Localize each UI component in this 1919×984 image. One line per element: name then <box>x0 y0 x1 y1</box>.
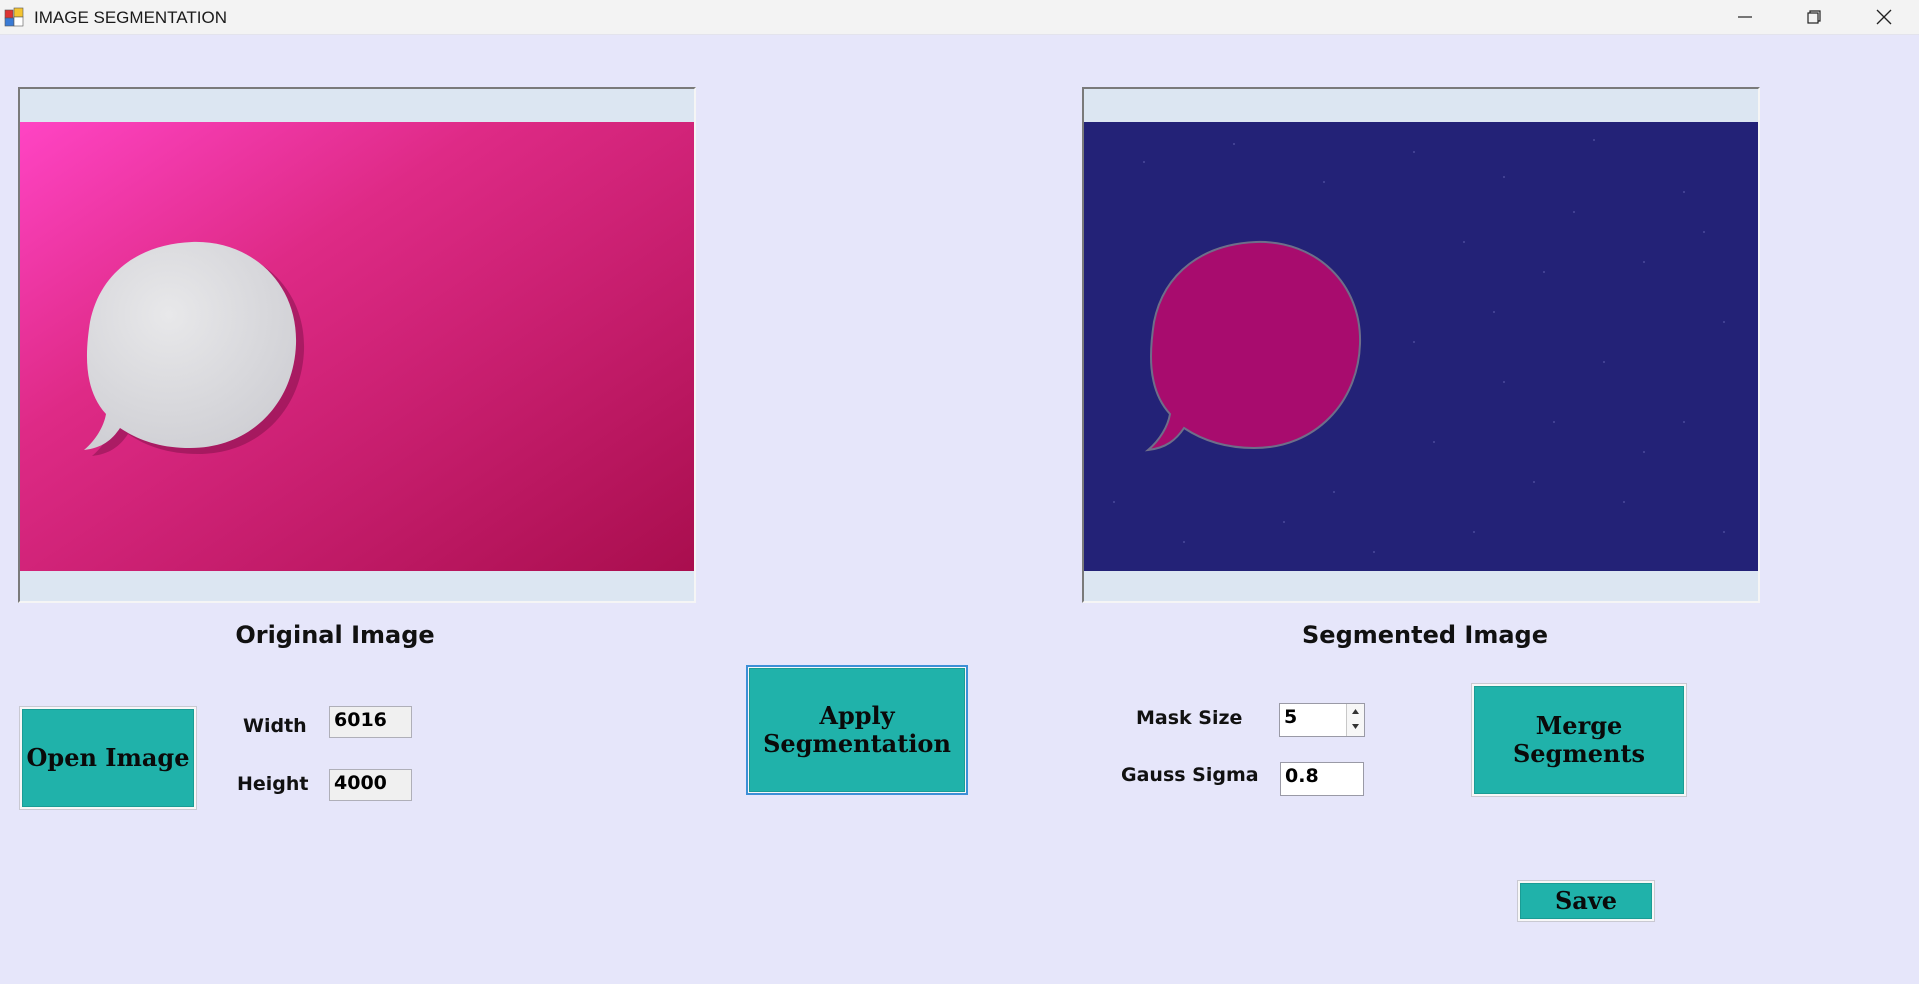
window-title: IMAGE SEGMENTATION <box>34 8 227 27</box>
gauss-sigma-label: Gauss Sigma <box>1121 764 1259 786</box>
mask-size-stepper[interactable]: 5 <box>1279 703 1365 737</box>
open-image-label: Open Image <box>26 743 190 773</box>
spin-up-icon[interactable] <box>1347 704 1364 719</box>
restore-icon <box>1807 10 1821 24</box>
merge-segments-label-line1: Merge <box>1535 711 1623 741</box>
open-image-button[interactable]: Open Image <box>22 709 194 807</box>
apply-segmentation-button[interactable]: Apply Segmentation <box>749 668 965 792</box>
restore-button[interactable] <box>1779 0 1849 34</box>
height-label: Height <box>237 773 309 795</box>
title-bar: IMAGE SEGMENTATION <box>0 0 1919 35</box>
spin-down-icon[interactable] <box>1347 720 1364 735</box>
apply-segmentation-label-line2: Segmentation <box>763 729 951 758</box>
original-image <box>20 122 694 571</box>
width-field[interactable]: 6016 <box>329 706 412 738</box>
mask-size-spinner[interactable] <box>1346 704 1364 736</box>
segmented-image <box>1084 122 1758 571</box>
speech-bubble-shape <box>84 241 297 450</box>
segmented-bubble-shape <box>1144 240 1362 452</box>
mask-size-label: Mask Size <box>1136 707 1243 729</box>
original-image-caption: Original Image <box>235 621 435 649</box>
mask-size-value: 5 <box>1284 706 1298 728</box>
app-icon <box>4 7 24 27</box>
save-button[interactable]: Save <box>1520 883 1652 919</box>
width-label: Width <box>243 715 307 737</box>
minimize-button[interactable] <box>1710 0 1780 34</box>
save-label: Save <box>1554 886 1618 916</box>
gauss-sigma-field[interactable]: 0.8 <box>1280 762 1364 796</box>
segmented-image-box <box>1082 87 1760 603</box>
apply-segmentation-label-line1: Apply <box>819 701 895 731</box>
close-button[interactable] <box>1849 0 1919 34</box>
close-icon <box>1876 9 1892 25</box>
merge-segments-label-line2: Segments <box>1512 739 1646 768</box>
merge-segments-button[interactable]: Merge Segments <box>1474 686 1684 794</box>
original-image-box <box>18 87 696 603</box>
height-field[interactable]: 4000 <box>329 769 412 801</box>
segmented-image-caption: Segmented Image <box>1302 621 1548 649</box>
minimize-icon <box>1738 16 1752 18</box>
